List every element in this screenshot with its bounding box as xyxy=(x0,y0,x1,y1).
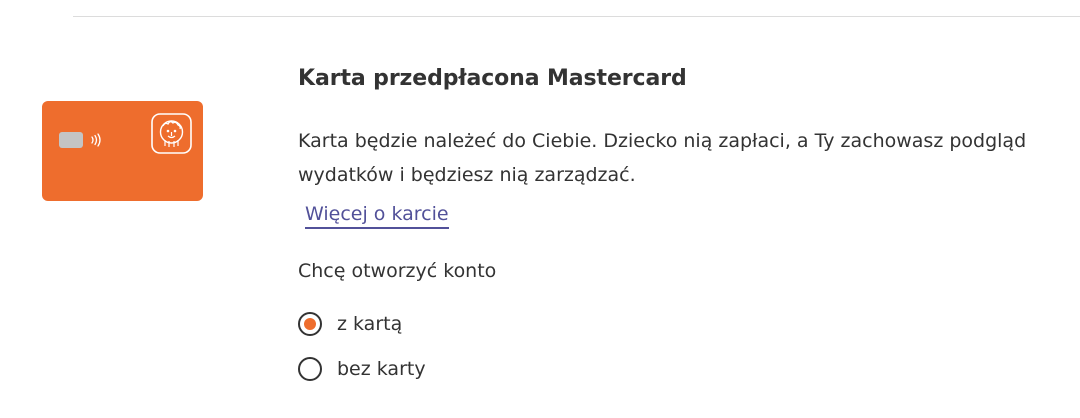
lion-logo-icon xyxy=(151,113,192,154)
radio-label: bez karty xyxy=(337,358,426,380)
radio-option-with-card[interactable]: z kartą xyxy=(298,310,402,338)
description-line: wydatków i będziesz nią zarządzać. xyxy=(298,164,636,186)
top-divider xyxy=(73,16,1080,17)
chip-icon xyxy=(59,132,83,148)
prepaid-card-image xyxy=(42,101,203,201)
product-description: Karta będzie należeć do Ciebie. Dziecko … xyxy=(298,124,1068,192)
radio-option-without-card[interactable]: bez karty xyxy=(298,355,426,383)
radio-label: z kartą xyxy=(337,313,403,335)
radio-button-checked[interactable] xyxy=(298,312,322,336)
description-line: Karta będzie należeć do Ciebie. Dziecko … xyxy=(298,130,1027,152)
more-about-card-link[interactable]: Więcej o karcie xyxy=(305,203,449,229)
product-title: Karta przedpłacona Mastercard xyxy=(298,66,687,91)
open-account-question: Chcę otworzyć konto xyxy=(298,260,497,282)
radio-button-unchecked[interactable] xyxy=(298,357,322,381)
contactless-icon xyxy=(91,133,101,147)
page: Karta przedpłacona Mastercard Karta będz… xyxy=(0,0,1080,418)
